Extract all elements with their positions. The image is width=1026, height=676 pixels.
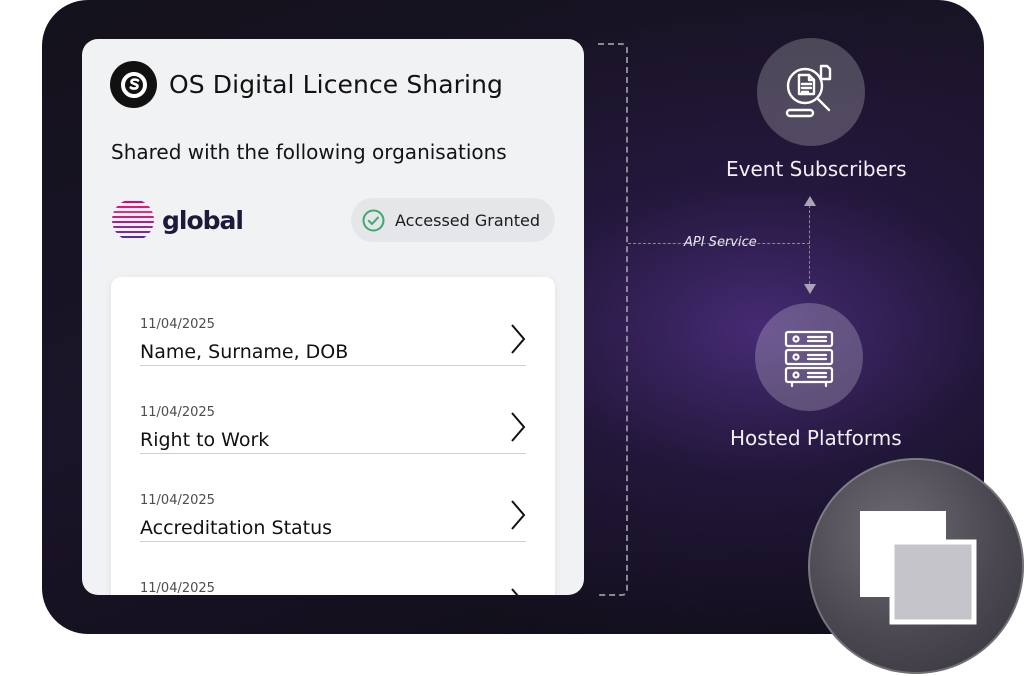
card-title: OS Digital Licence Sharing <box>169 70 504 99</box>
chevron-right-icon[interactable] <box>510 588 526 595</box>
check-circle-icon <box>362 209 385 231</box>
shared-with-heading: Shared with the following organisations <box>111 140 507 164</box>
document-search-icon <box>785 64 832 118</box>
os-logo-icon <box>110 61 157 108</box>
connector-bracket <box>598 43 628 596</box>
corner-badge <box>808 458 1024 674</box>
vertical-connector-line <box>809 205 810 289</box>
org-name: global <box>162 205 244 235</box>
overlapping-squares-icon <box>860 511 977 625</box>
licence-sharing-card: OS Digital Licence Sharing Shared with t… <box>82 39 584 595</box>
item-date: 11/04/2025 <box>140 405 215 420</box>
list-item[interactable]: 11/04/2025 Name, Surname, DOB <box>140 277 526 366</box>
item-title: Right to Work <box>140 429 270 451</box>
chevron-right-icon[interactable] <box>510 500 526 530</box>
hosted-platforms-node <box>755 303 863 411</box>
item-date: 11/04/2025 <box>140 581 215 595</box>
access-status-badge: Accessed Granted <box>351 198 555 242</box>
arrow-down-icon <box>804 284 816 294</box>
org-logo: global <box>110 197 244 243</box>
item-title: Name, Surname, DOB <box>140 341 349 363</box>
item-date: 11/04/2025 <box>140 317 215 332</box>
list-item[interactable]: 11/04/2025 Accreditation Status <box>140 453 526 542</box>
event-subscribers-label: Event Subscribers <box>726 157 907 181</box>
list-item[interactable]: 11/04/2025 <box>140 541 526 595</box>
chevron-right-icon[interactable] <box>510 324 526 354</box>
server-rack-icon <box>784 330 834 388</box>
card-header: OS Digital Licence Sharing <box>110 61 503 108</box>
global-logo-icon <box>112 201 154 238</box>
arrow-up-icon <box>804 196 816 206</box>
hosted-platforms-label: Hosted Platforms <box>730 426 902 450</box>
chevron-right-icon[interactable] <box>510 412 526 442</box>
access-status-text: Accessed Granted <box>395 210 541 230</box>
api-service-label: API Service <box>684 235 757 250</box>
item-date: 11/04/2025 <box>140 493 215 508</box>
shared-items-list: 11/04/2025 Name, Surname, DOB 11/04/2025… <box>111 277 555 595</box>
item-title: Accreditation Status <box>140 517 333 539</box>
event-subscribers-node <box>757 38 865 146</box>
list-item[interactable]: 11/04/2025 Right to Work <box>140 365 526 454</box>
